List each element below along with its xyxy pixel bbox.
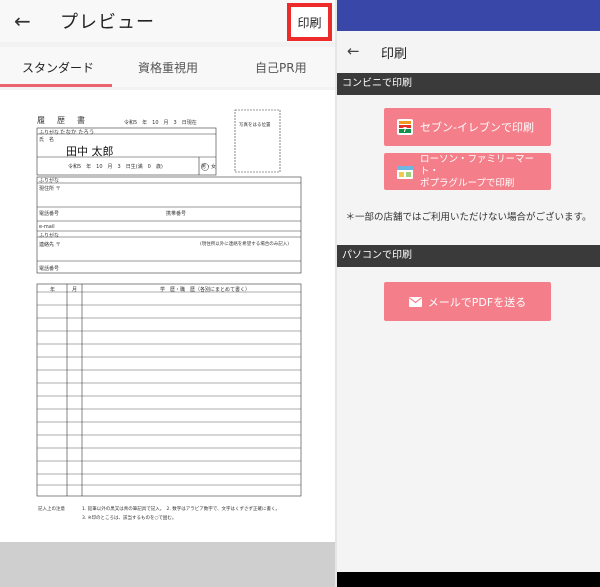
resume-date: 令和5 年 10 月 3 日現在 (124, 120, 197, 126)
print-screen: ← 印刷 コンビニで印刷 7 セブン-イレブンで印刷 ローソン・ファミリーマート… (337, 0, 600, 587)
email-pdf-button[interactable]: メールでPDFを送る (384, 282, 551, 321)
page-title: 印刷 (381, 47, 408, 62)
seven-eleven-logo-icon: 7 (397, 119, 413, 135)
tab-self-pr[interactable]: 自己PR用 (255, 59, 307, 76)
active-tab-indicator (0, 84, 112, 87)
col-history: 学 歴・職 歴（各別にまとめて書く） (160, 287, 251, 293)
status-bar (337, 0, 600, 31)
footer-line-2: 3. ※印のところは、該当するものを○で囲む。 (82, 516, 177, 521)
address-label: 現住所 〒 (39, 186, 61, 192)
bottom-area (0, 542, 335, 587)
name-label: 氏 名 (39, 137, 55, 143)
furigana-value: たなか たろう (60, 130, 95, 136)
section-header-convenience: コンビニで印刷 (337, 73, 600, 95)
availability-note: ＊一部の店舗ではご利用いただけない場合がございます。 (345, 212, 592, 223)
birth-date: 令和5 年 10 月 3 日生(満 0 歳) (68, 164, 163, 170)
back-arrow-icon[interactable]: ← (347, 42, 360, 60)
preview-screen: ← プレビュー 印刷 スタンダード 資格重視用 自己PR用 履 歴 書 令和5 … (0, 0, 335, 587)
email-label: e-mail (39, 224, 55, 230)
furigana-label: ふりがな (39, 130, 60, 136)
tab-qualification[interactable]: 資格重視用 (138, 59, 198, 76)
lawson-label-line-1: ローソン・ファミリーマート・ (420, 153, 535, 177)
resume-form-lines (36, 109, 302, 497)
email-pdf-label: メールでPDFを送る (427, 295, 527, 309)
contact-label: 連絡先 〒 (39, 242, 61, 248)
navigation-bar (337, 572, 600, 587)
footer-line-1: 1. 鉛筆以外の黒又は青の筆記具で記入。 2. 数字はアラビア数字で、文字はくず… (82, 507, 281, 512)
address-furigana: ふりがな (39, 178, 60, 184)
mail-icon (408, 296, 422, 307)
seven-eleven-label: セブン-イレブンで印刷 (420, 121, 534, 134)
resume-heading: 履 歴 書 (37, 116, 87, 125)
lawson-familymart-print-button[interactable]: ローソン・ファミリーマート・ ポプラグループで印刷 (384, 153, 551, 190)
page-title: プレビュー (60, 12, 155, 33)
section-header-pc: パソコンで印刷 (337, 245, 600, 267)
phone-label: 電話番号 (39, 211, 60, 217)
col-month: 月 (72, 287, 78, 293)
contact-note: (現住所以外に連絡を希望する場合のみ記入) (200, 242, 290, 247)
seven-eleven-print-button[interactable]: 7 セブン-イレブンで印刷 (384, 108, 551, 146)
resume-preview[interactable]: 履 歴 書 令和5 年 10 月 3 日現在 ふりがな たなか たろう 氏 名 … (0, 90, 335, 542)
app-bar: ← 印刷 (337, 31, 600, 73)
contact-phone-label: 電話番号 (39, 266, 60, 272)
tab-standard[interactable]: スタンダード (22, 59, 94, 76)
app-bar: ← プレビュー 印刷 (0, 0, 335, 42)
mobile-label: 携帯番号 (166, 211, 187, 217)
print-button[interactable]: 印刷 (287, 3, 332, 41)
lawson-label-line-2: ポプラグループで印刷 (420, 177, 515, 189)
convenience-store-icon (397, 165, 413, 179)
back-arrow-icon[interactable]: ← (14, 9, 31, 33)
footer-label: 記入上の注意 (38, 507, 65, 512)
svg-text:7: 7 (403, 127, 407, 134)
col-year: 年 (50, 287, 56, 293)
photo-text: 写真をはる位置 (239, 123, 271, 128)
lawson-label: ローソン・ファミリーマート・ ポプラグループで印刷 (420, 154, 551, 190)
contact-furigana: ふりがな (39, 233, 60, 239)
name-value: 田中 太郎 (66, 145, 114, 158)
tab-bar: スタンダード 資格重視用 自己PR用 (0, 47, 335, 87)
gender: 男・女 (201, 164, 217, 170)
